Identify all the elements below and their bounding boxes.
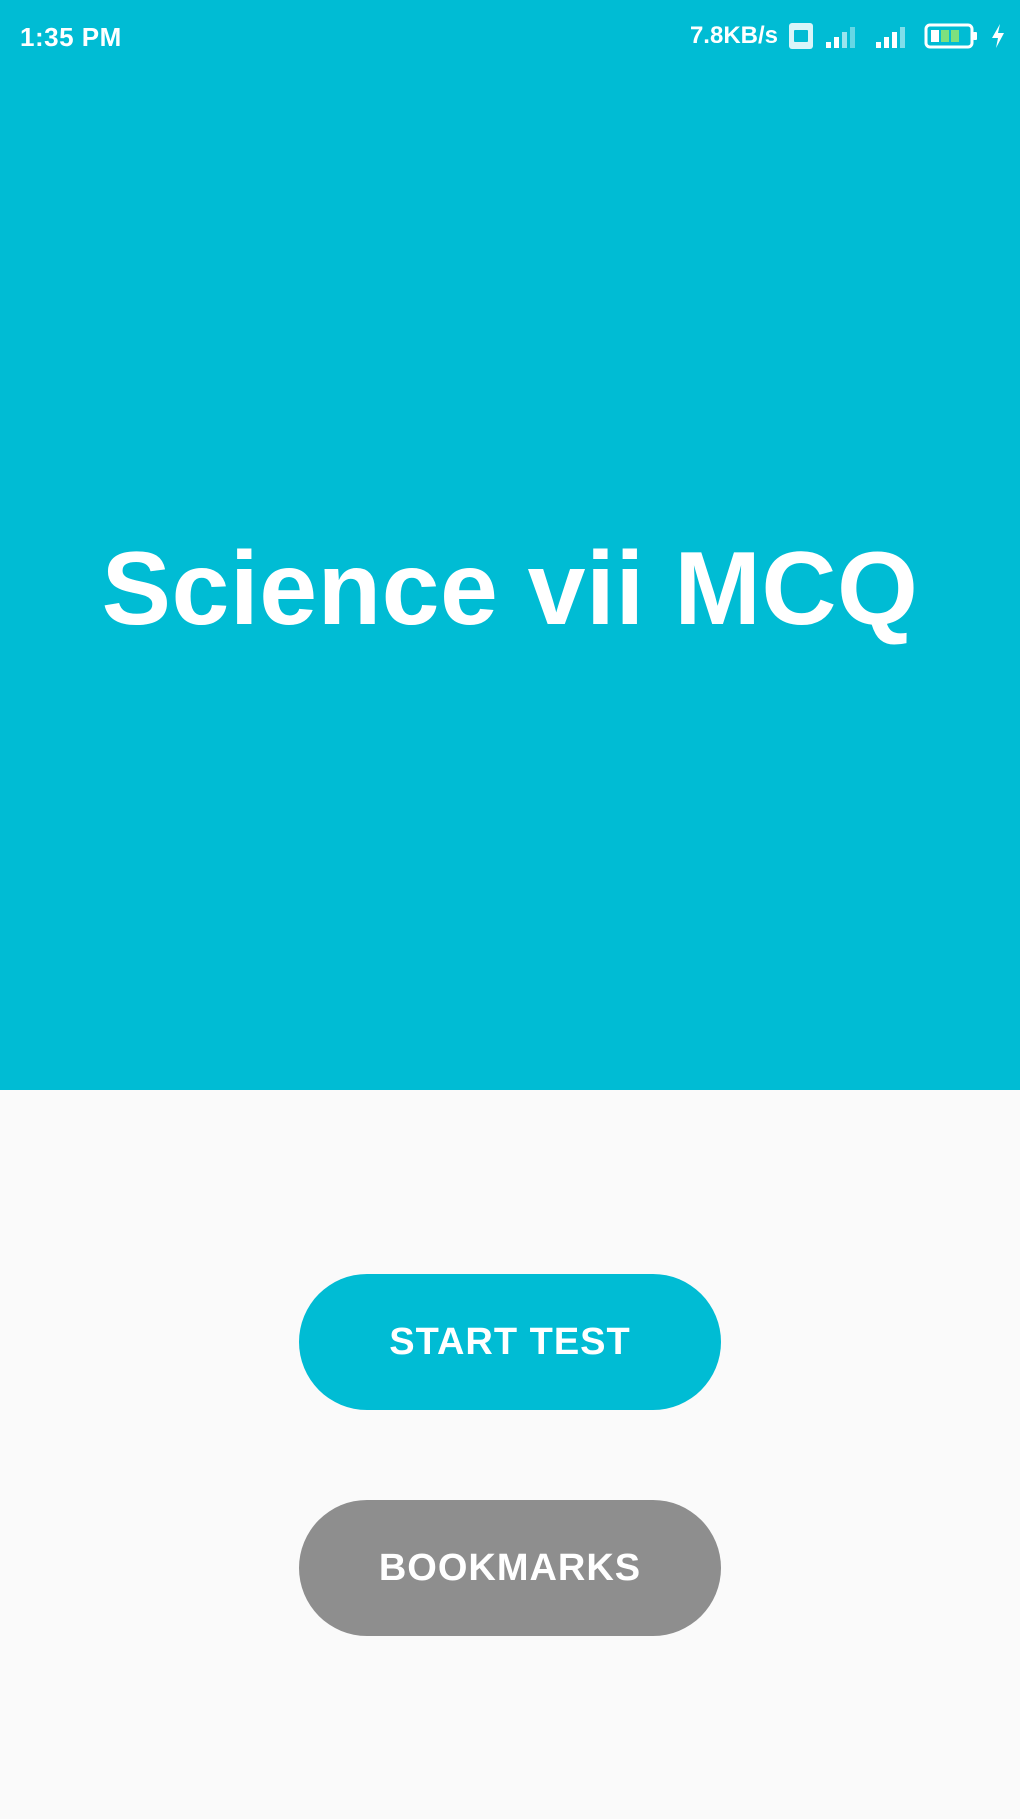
bookmarks-button[interactable]: BOOKMARKS — [299, 1500, 721, 1636]
home-screen: 1:35 PM 7.8KB/s Science vii MCQ START TE… — [0, 0, 1020, 1819]
cell-signal-icon — [874, 22, 914, 50]
status-time: 1:35 PM — [20, 22, 122, 52]
wifi-signal-icon — [824, 22, 864, 50]
status-icons: 7.8KB/s — [690, 20, 1006, 52]
header-banner: 1:35 PM 7.8KB/s Science vii MCQ — [0, 0, 1020, 1090]
charging-bolt-icon — [990, 22, 1006, 50]
sim-card-icon — [788, 22, 814, 50]
battery-icon — [924, 22, 980, 50]
status-bar: 1:35 PM 7.8KB/s — [0, 0, 1020, 72]
network-speed: 7.8KB/s — [689, 22, 778, 49]
start-test-button[interactable]: START TEST — [299, 1274, 721, 1410]
app-title: Science vii MCQ — [101, 531, 919, 647]
